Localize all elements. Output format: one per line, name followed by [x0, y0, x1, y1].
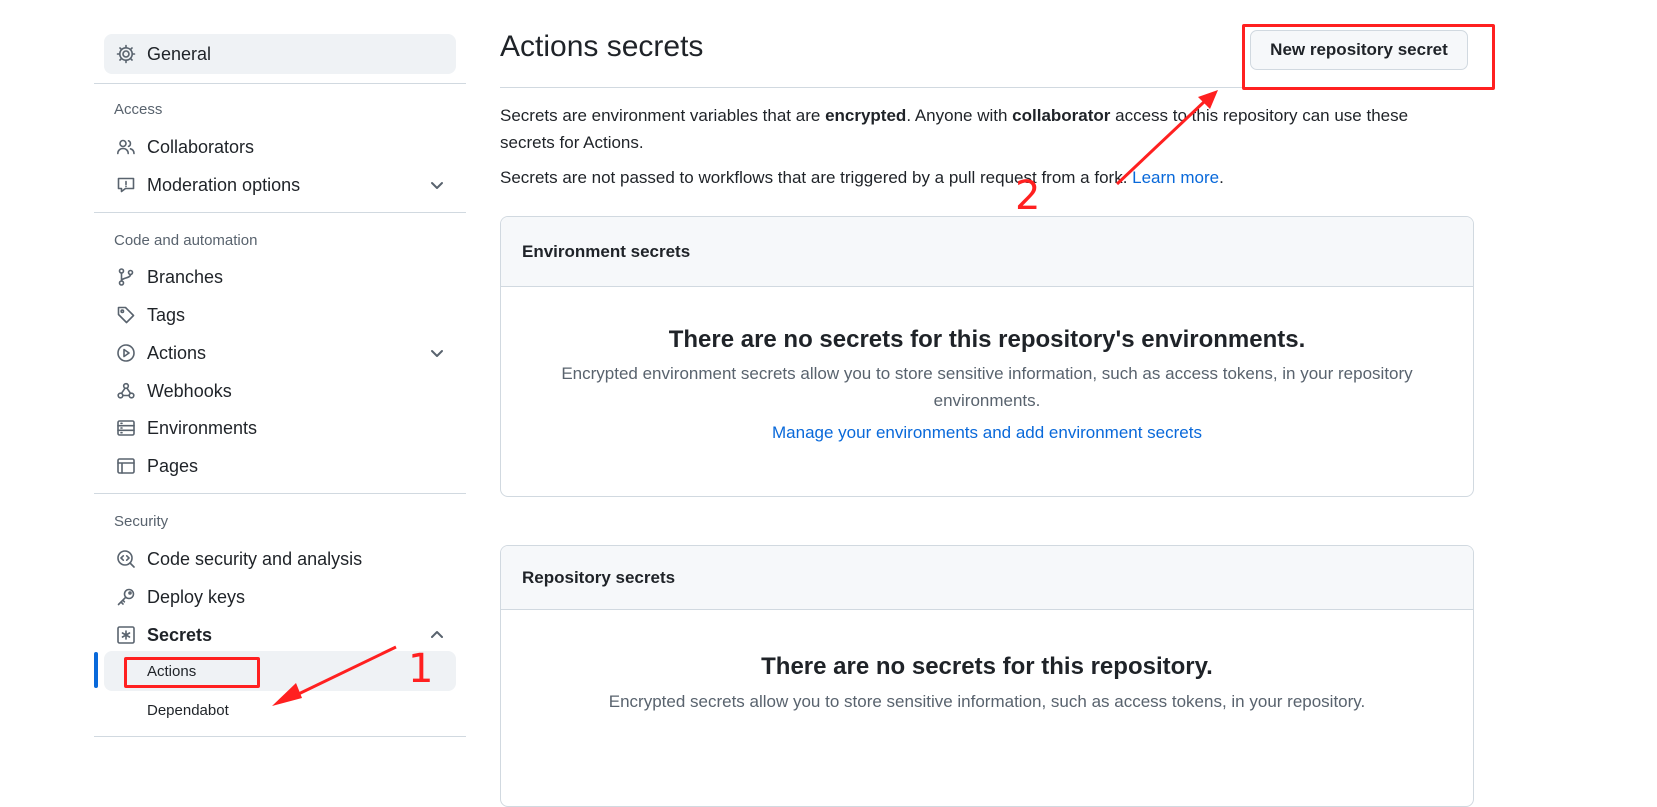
page-title: Actions secrets [500, 30, 704, 63]
sidebar-item-secrets[interactable]: Secrets [104, 615, 456, 655]
fork-note: Secrets are not passed to workflows that… [500, 164, 1460, 191]
asterisk-icon [114, 623, 138, 647]
section-heading-access: Access [114, 101, 163, 118]
chevron-down-icon[interactable] [428, 344, 446, 362]
annotation-highlight-actions [124, 657, 260, 688]
sidebar-item-environments[interactable]: Environments [104, 408, 456, 448]
sidebar-item-label: Moderation options [147, 174, 301, 195]
sidebar-item-moderation[interactable]: Moderation options [104, 165, 456, 205]
sidebar-subitem-secrets-dependabot[interactable]: Dependabot [104, 690, 456, 730]
sidebar-divider [94, 493, 466, 494]
repository-blank-title: There are no secrets for this repository… [761, 653, 1213, 680]
environment-blank-title: There are no secrets for this repository… [668, 326, 1306, 353]
gear-icon [114, 42, 138, 66]
sidebar-item-tags[interactable]: Tags [104, 295, 456, 335]
learn-more-link[interactable]: Learn more [1132, 168, 1219, 187]
chevron-down-icon[interactable] [428, 176, 446, 194]
sidebar-item-label: Branches [147, 266, 224, 287]
sidebar-item-label: Tags [147, 304, 186, 325]
section-heading-security: Security [114, 513, 169, 530]
chevron-up-icon[interactable] [428, 626, 446, 644]
sidebar-item-label: General [147, 43, 212, 64]
fork-note-period: . [1219, 168, 1224, 187]
sidebar-item-label: Actions [147, 342, 207, 363]
server-icon [114, 416, 138, 440]
branch-icon [114, 265, 138, 289]
annotation-highlight-new-button [1242, 24, 1495, 90]
sidebar-subitem-label: Dependabot [147, 701, 229, 719]
intro-text: Secrets are environment variables that a… [500, 102, 1460, 156]
sidebar-item-actions[interactable]: Actions [104, 333, 456, 373]
annotation-step-1: 1 [408, 646, 434, 692]
key-icon [114, 585, 138, 609]
environment-blank-link-wrap: Manage your environments and add environ… [501, 423, 1473, 443]
sidebar-item-label: Environments [147, 417, 258, 438]
play-icon [114, 341, 138, 365]
sidebar-item-pages[interactable]: Pages [104, 446, 456, 486]
codescan-icon [114, 547, 138, 571]
annotation-step-2: 2 [1015, 173, 1041, 219]
intro-text-part: . Anyone with [906, 106, 1013, 125]
sidebar-divider [94, 736, 466, 737]
sidebar-item-collaborators[interactable]: Collaborators [104, 127, 456, 167]
sidebar-item-deploy-keys[interactable]: Deploy keys [104, 577, 456, 617]
sidebar-item-label: Collaborators [147, 136, 255, 157]
sidebar-item-branches[interactable]: Branches [104, 257, 456, 297]
environment-secrets-header: Environment secrets [501, 217, 1473, 287]
sidebar-divider [94, 83, 466, 84]
sidebar-item-label: Pages [147, 455, 199, 476]
sidebar-item-label: Code security and analysis [147, 548, 363, 569]
sidebar-item-label: Secrets [147, 624, 213, 645]
sidebar-item-label: Deploy keys [147, 586, 246, 607]
sidebar-item-code-security[interactable]: Code security and analysis [104, 539, 456, 579]
intro-bold: collaborator [1012, 106, 1111, 125]
section-heading-code-automation: Code and automation [114, 232, 258, 249]
webhook-icon [114, 379, 138, 403]
people-icon [114, 135, 138, 159]
sidebar-item-label: Webhooks [147, 380, 232, 401]
environment-blank-desc: Encrypted environment secrets allow you … [561, 364, 1413, 410]
intro-bold: encrypted [825, 106, 907, 125]
sidebar-item-webhooks[interactable]: Webhooks [104, 371, 456, 411]
report-icon [114, 173, 138, 197]
repository-secrets-box: Repository secrets There are no secrets … [500, 545, 1474, 807]
sidebar-divider [94, 212, 466, 213]
browser-icon [114, 454, 138, 478]
active-indicator [94, 652, 98, 688]
intro-text-part: Secrets are environment variables that a… [500, 106, 826, 125]
sidebar-item-general[interactable]: General [104, 34, 456, 74]
environment-secrets-box: Environment secrets There are no secrets… [500, 216, 1474, 497]
manage-environments-link[interactable]: Manage your environments and add environ… [772, 423, 1202, 442]
repository-secrets-header: Repository secrets [501, 546, 1473, 610]
tag-icon [114, 303, 138, 327]
repository-blank-desc: Encrypted secrets allow you to store sen… [608, 692, 1366, 711]
